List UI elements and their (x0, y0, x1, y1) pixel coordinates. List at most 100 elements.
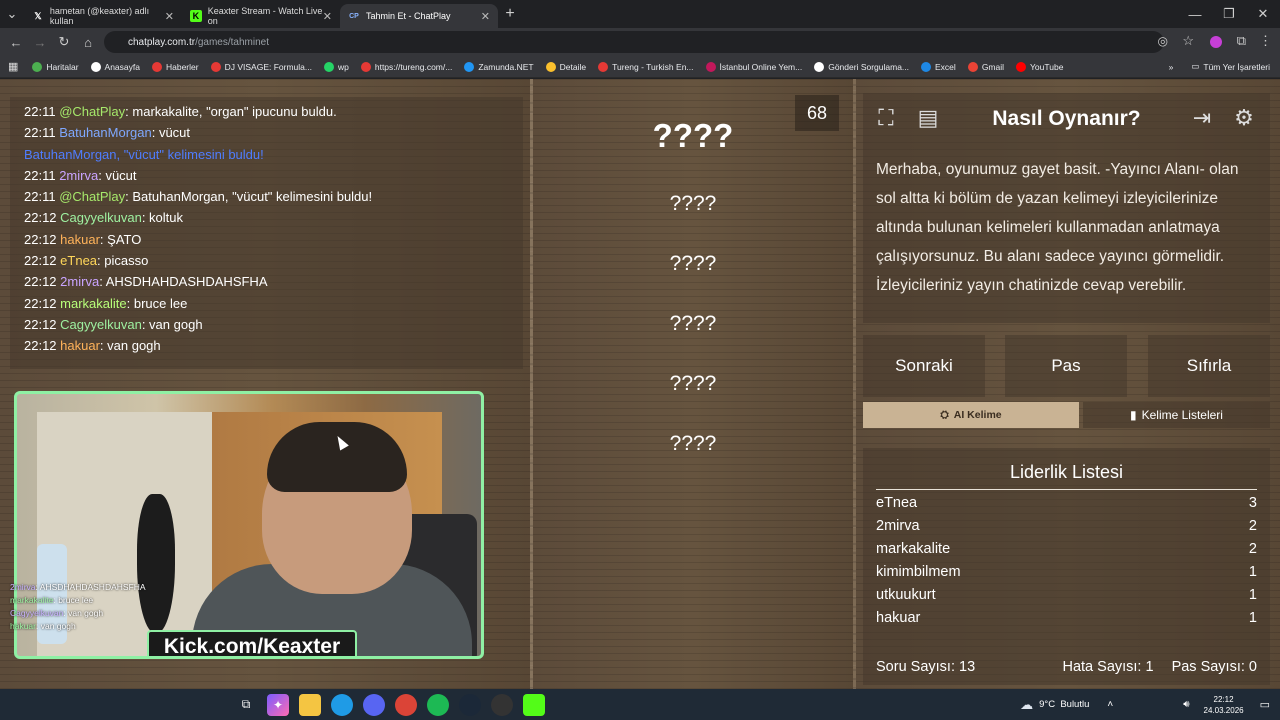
extension-icon[interactable] (1210, 36, 1222, 48)
menu-dots-icon[interactable]: ⋮ (1259, 33, 1272, 49)
chat-username[interactable]: @ChatPlay (59, 104, 125, 119)
chat-username[interactable]: BatuhanMorgan, "vücut" kelimesini buldu! (24, 147, 264, 162)
bookmark-item[interactable]: DJ VISAGE: Formula... (210, 61, 312, 72)
bookmark-item[interactable]: https://tureng.com/... (360, 61, 452, 72)
chat-timestamp: 22:12 (24, 316, 57, 332)
chat-message: 22:12 hakuar: van gogh (24, 335, 509, 356)
kick-app-icon[interactable] (523, 693, 545, 716)
weather-text[interactable]: 9°C Bulutlu (1039, 699, 1089, 710)
discord-icon[interactable] (363, 693, 385, 716)
chat-username[interactable]: 2mirva (60, 274, 99, 289)
chat-username[interactable]: 2mirva (59, 168, 98, 183)
all-bookmarks-folder[interactable]: ▭ Tüm Yer İşaretleri (1191, 61, 1270, 72)
leaderboard-row: eTnea 3 (863, 492, 1270, 515)
bookmark-item[interactable]: Gönderi Sorgulama... (814, 61, 909, 72)
home-icon[interactable]: ⌂ (76, 35, 100, 50)
chat-message: BatuhanMorgan, "vücut" kelimesini buldu! (24, 144, 509, 165)
edge-icon[interactable] (331, 693, 353, 716)
chat-username[interactable]: eTnea (60, 253, 97, 268)
forward-icon[interactable]: → (28, 35, 52, 50)
tab-search-icon[interactable]: ⌄ (0, 6, 24, 22)
chrome-icon[interactable] (395, 693, 417, 716)
browser-tab-chatplay[interactable]: CP Tahmin Et - ChatPlay ✕ (340, 4, 498, 28)
chat-username[interactable]: hakuar (60, 232, 100, 247)
file-explorer-icon[interactable] (299, 693, 321, 716)
chat-username[interactable]: @ChatPlay (59, 189, 125, 204)
notification-icon[interactable]: ▭ (1260, 698, 1270, 711)
bookmark-item[interactable]: Zamunda.NET (464, 61, 534, 72)
leaderboard-title: Liderlik Listesi (876, 462, 1257, 490)
overlay-text: : bruce lee (53, 595, 94, 605)
bookmark-item[interactable]: Haberler (151, 61, 199, 72)
extensions-puzzle-icon[interactable]: ⧉ (1237, 33, 1246, 49)
restore-icon[interactable]: ❐ (1212, 6, 1246, 22)
chat-timestamp: 22:11 (24, 189, 56, 205)
player-score: 2 (1248, 541, 1257, 557)
bookmark-item[interactable]: Excel (921, 61, 956, 72)
eye-off-icon[interactable]: ◎ (1158, 34, 1168, 48)
chat-message: 22:12 eTnea: picasso (24, 250, 509, 271)
ai-word-tab[interactable]: ⛭ AI Kelime (863, 402, 1079, 428)
leaderboard-row: 2mirva 2 (863, 515, 1270, 538)
chat-username[interactable]: markakalite (60, 296, 126, 311)
bookmark-item[interactable]: wp (323, 61, 349, 72)
chat-username[interactable]: hakuar (60, 338, 100, 353)
close-tab-icon[interactable]: ✕ (165, 10, 174, 23)
player-score: 2 (1248, 518, 1257, 534)
next-button[interactable]: Sonraki (863, 335, 985, 397)
chat-timestamp: 22:12 (24, 295, 57, 311)
copilot-icon[interactable]: ✦ (267, 693, 289, 716)
close-tab-icon[interactable]: ✕ (323, 10, 332, 23)
browser-tab-x[interactable]: 𝕏 hametan (@keaxter) adlı kullan ✕ (24, 4, 182, 28)
bookmarks-bar: ▦ Haritalar Anasayfa Haberler DJ VISAGE:… (0, 56, 1280, 78)
bookmark-item[interactable]: YouTube (1016, 61, 1063, 72)
overlay-username: 2mirva (10, 582, 36, 592)
error-count: Hata Sayısı: 1 (1062, 659, 1154, 675)
reload-icon[interactable]: ↻ (52, 34, 76, 50)
back-icon[interactable]: ← (4, 35, 28, 50)
exit-icon[interactable]: ⇥ (1185, 101, 1219, 135)
bookmark-item[interactable]: Detaile (545, 61, 586, 72)
chat-text: : koltuk (141, 210, 184, 226)
hidden-word: ???? (669, 372, 717, 395)
chat-timestamp: 22:11 (24, 167, 56, 183)
bookmark-item[interactable]: Gmail (967, 61, 1004, 72)
bookmark-item[interactable]: Tureng - Turkish En... (598, 61, 694, 72)
chat-username[interactable]: Cagyyelkuvan (60, 317, 142, 332)
hidden-word: ???? (669, 432, 717, 455)
url-bar[interactable]: chatplay.com.tr/games/tahminet (104, 31, 1164, 53)
minimize-icon[interactable]: — (1178, 7, 1212, 22)
clock[interactable]: 22:12 24.03.2026 (1204, 694, 1244, 716)
apps-grid-icon[interactable]: ▦ (8, 60, 18, 73)
bookmark-item[interactable]: Haritalar (32, 61, 79, 72)
bookmark-item[interactable]: İstanbul Online Yem... (705, 61, 802, 72)
browser-tab-kick[interactable]: K Keaxter Stream - Watch Live on ✕ (182, 4, 340, 28)
chat-message: 22:11 BatuhanMorgan: vücut (24, 122, 509, 143)
leaderboard-list[interactable]: eTnea 3 2mirva 2 markakalite 2 kimimbilmem 1 utk… (863, 492, 1270, 632)
clock-time: 22:12 (1213, 694, 1234, 704)
close-tab-icon[interactable]: ✕ (481, 10, 490, 23)
reset-button[interactable]: Sıfırla (1148, 335, 1270, 397)
chat-timestamp: 22:12 (24, 210, 57, 226)
volume-icon[interactable]: 🔊︎ (1183, 699, 1189, 710)
close-window-icon[interactable]: ✕ (1246, 6, 1280, 22)
game-stage: 22:11 @ChatPlay: markakalite, "organ" ip… (0, 79, 1280, 689)
task-view-icon[interactable]: ⧉ (235, 694, 257, 716)
obs-icon[interactable] (491, 693, 513, 716)
steam-icon[interactable] (459, 693, 481, 716)
bookmark-star-icon[interactable]: ☆ (1182, 33, 1194, 49)
word-column: 68 ???? ???? ???? ???? ???? ???? (543, 91, 843, 685)
tray-chevron-icon[interactable]: ˄ (1107, 699, 1113, 710)
spotify-icon[interactable] (427, 693, 449, 716)
word-lists-tab[interactable]: ▮ Kelime Listeleri (1083, 402, 1270, 428)
player-name: 2mirva (876, 518, 920, 534)
chat-username[interactable]: Cagyyelkuvan (60, 210, 142, 225)
chat-text: : bruce lee (126, 295, 188, 311)
pass-button[interactable]: Pas (1005, 335, 1127, 397)
overlay-username: Cagyyelkuvan (10, 608, 64, 618)
chat-username[interactable]: BatuhanMorgan (59, 125, 152, 140)
chevron-right-icon[interactable]: » (1169, 62, 1174, 72)
new-tab-icon[interactable]: + (498, 5, 522, 23)
bookmark-item[interactable]: Anasayfa (90, 61, 140, 72)
gear-icon[interactable]: ⚙ (1227, 101, 1261, 135)
